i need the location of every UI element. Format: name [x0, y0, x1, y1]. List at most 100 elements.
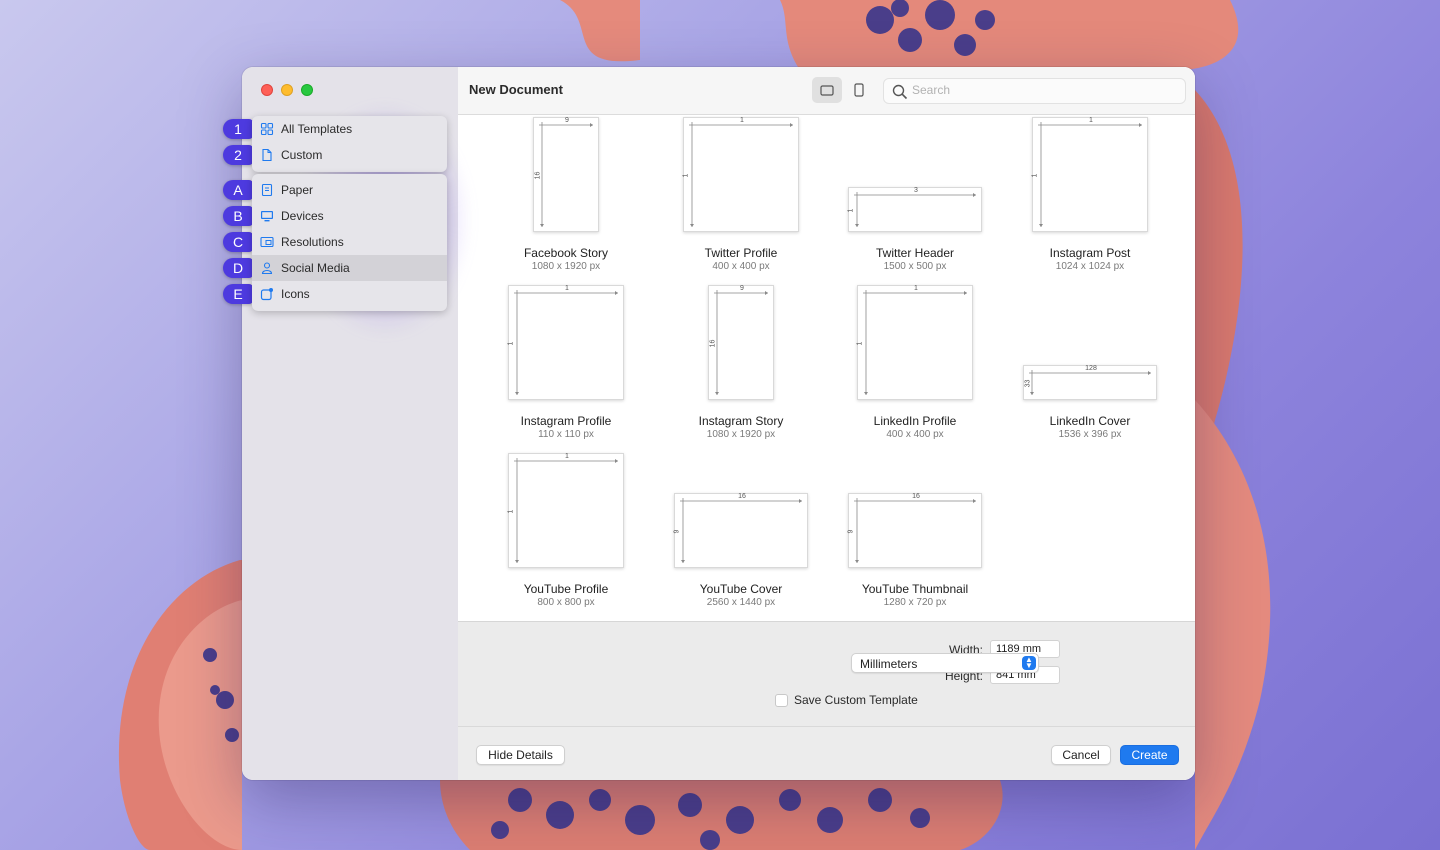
sidebar-menu-group: Paper Devices Resolutions Social Media Icons: [252, 174, 447, 311]
sidebar-item-all-templates[interactable]: All Templates: [252, 116, 447, 142]
monitor-icon: [260, 209, 274, 223]
updown-chevron-icon: ▲ ▼: [1022, 656, 1036, 670]
shortcut-badge: 1: [223, 119, 253, 139]
sidebar-item-social-media[interactable]: Social Media: [252, 255, 447, 281]
search-icon: [892, 84, 908, 100]
landscape-orientation-button[interactable]: [812, 77, 842, 103]
template-thumbnail[interactable]: 9 16: [708, 285, 774, 400]
create-button[interactable]: Create: [1120, 745, 1179, 765]
template-thumbnail[interactable]: 11: [856, 285, 973, 400]
template-size: 1500 x 500 px: [883, 261, 947, 272]
template-thumbnail[interactable]: 11: [507, 285, 624, 400]
template-name: LinkedIn Profile: [873, 414, 957, 428]
template-size: 1024 x 1024 px: [1055, 261, 1125, 272]
template-name: YouTube Profile: [523, 582, 609, 596]
dimension-guides: [680, 498, 802, 563]
width-ratio-label: 128: [1085, 365, 1097, 372]
window-controls: [261, 84, 313, 96]
template-name: LinkedIn Cover: [1049, 414, 1131, 428]
template-size: 2560 x 1440 px: [706, 597, 776, 608]
app-icon: [260, 287, 274, 301]
sidebar-item-label: Devices: [281, 209, 324, 223]
template-thumbnail[interactable]: 11: [507, 453, 624, 568]
hide-details-button[interactable]: Hide Details: [476, 745, 565, 765]
dimension-guides: [514, 458, 618, 563]
height-ratio-label: 1: [1031, 173, 1039, 177]
height-ratio-label: 1: [856, 341, 864, 345]
width-ratio-label: 16: [912, 493, 920, 500]
shortcut-badge: A: [223, 180, 253, 200]
sidebar-item-custom[interactable]: Custom: [252, 142, 447, 168]
height-ratio-label: 9: [847, 529, 855, 533]
template-thumbnail[interactable]: 16 9: [673, 493, 808, 568]
units-select[interactable]: Millimeters ▲ ▼: [851, 653, 1039, 673]
main-panel: New Document 916Facebook Story1080 x 192…: [458, 67, 1195, 780]
height-ratio-label: 1: [507, 509, 515, 513]
sidebar-item-resolutions[interactable]: Resolutions: [252, 229, 447, 255]
close-button[interactable]: [261, 84, 273, 96]
shortcut-badge: 2: [223, 145, 253, 165]
template-size: 800 x 800 px: [537, 597, 595, 608]
width-ratio-label: 1: [565, 453, 569, 460]
height-ratio-label: 9: [673, 529, 681, 533]
window-title: New Document: [469, 82, 563, 97]
template-thumbnail[interactable]: 128 33: [1023, 365, 1157, 400]
portrait-icon: [854, 83, 864, 97]
template-grid: 9 16 Facebook Story 1080 x 1920 px 1 1 Twitter…: [458, 116, 1195, 621]
resolution-icon: [260, 235, 274, 249]
footer: Hide Details Cancel Create: [458, 726, 1195, 780]
zoom-button[interactable]: [301, 84, 313, 96]
template-size: 1536 x 396 px: [1058, 429, 1122, 440]
height-ratio-label: 1: [507, 341, 515, 345]
dimension-guides: [539, 122, 593, 227]
search-field[interactable]: [883, 78, 1186, 104]
portrait-orientation-button[interactable]: [844, 77, 874, 103]
template-name: Facebook Story: [523, 246, 609, 260]
shortcut-badge: B: [223, 206, 253, 226]
save-custom-template-checkbox[interactable]: [775, 694, 788, 707]
save-custom-template-label: Save Custom Template: [794, 693, 918, 707]
template-size: 1280 x 720 px: [883, 597, 947, 608]
template-name: Instagram Story: [698, 414, 784, 428]
dimension-guides: [863, 290, 967, 395]
height-ratio-label: 16: [534, 171, 542, 179]
dimension-guides: [854, 498, 976, 563]
sidebar-item-label: All Templates: [281, 122, 353, 136]
template-thumbnail[interactable]: 11: [1031, 117, 1148, 232]
height-ratio-label: 33: [1024, 379, 1032, 387]
cancel-button[interactable]: Cancel: [1051, 745, 1111, 765]
template-thumbnail[interactable]: 16 9: [847, 493, 982, 568]
template-thumbnail[interactable]: 31: [847, 187, 982, 232]
height-ratio-label: 16: [709, 339, 717, 347]
template-name: Twitter Header: [875, 246, 955, 260]
sidebar-menu-group: All Templates Custom: [252, 116, 447, 172]
width-ratio-label: 1: [565, 285, 569, 292]
dimension-guides: [689, 122, 793, 227]
shortcut-badge: E: [223, 284, 253, 304]
template-name: YouTube Thumbnail: [861, 582, 969, 596]
width-ratio-label: 1: [740, 117, 744, 124]
width-ratio-label: 1: [1089, 117, 1093, 124]
search-input[interactable]: [912, 83, 1172, 97]
template-thumbnail[interactable]: 9 16: [533, 117, 599, 232]
sidebar-item-devices[interactable]: Devices: [252, 203, 447, 229]
width-ratio-label: 3: [914, 187, 918, 194]
details-panel: [458, 621, 1195, 726]
sidebar-item-paper[interactable]: Paper: [252, 177, 447, 203]
person-icon: [260, 261, 274, 275]
sidebar-item-label: Social Media: [281, 261, 350, 275]
sidebar-item-icons[interactable]: Icons: [252, 281, 447, 307]
template-size: 400 x 400 px: [712, 261, 770, 272]
sidebar-item-label: Resolutions: [281, 235, 344, 249]
dimension-guides: [714, 290, 768, 395]
template-thumbnail[interactable]: 11: [682, 117, 799, 232]
document-icon: [260, 148, 274, 162]
template-size: 400 x 400 px: [886, 429, 944, 440]
toolbar: New Document: [458, 67, 1195, 115]
sidebar-item-label: Paper: [281, 183, 314, 197]
sidebar-item-label: Custom: [281, 148, 323, 162]
minimize-button[interactable]: [281, 84, 293, 96]
template-name: Twitter Profile: [704, 246, 778, 260]
paper-icon: [260, 183, 274, 197]
sidebar-item-label: Icons: [281, 287, 310, 301]
